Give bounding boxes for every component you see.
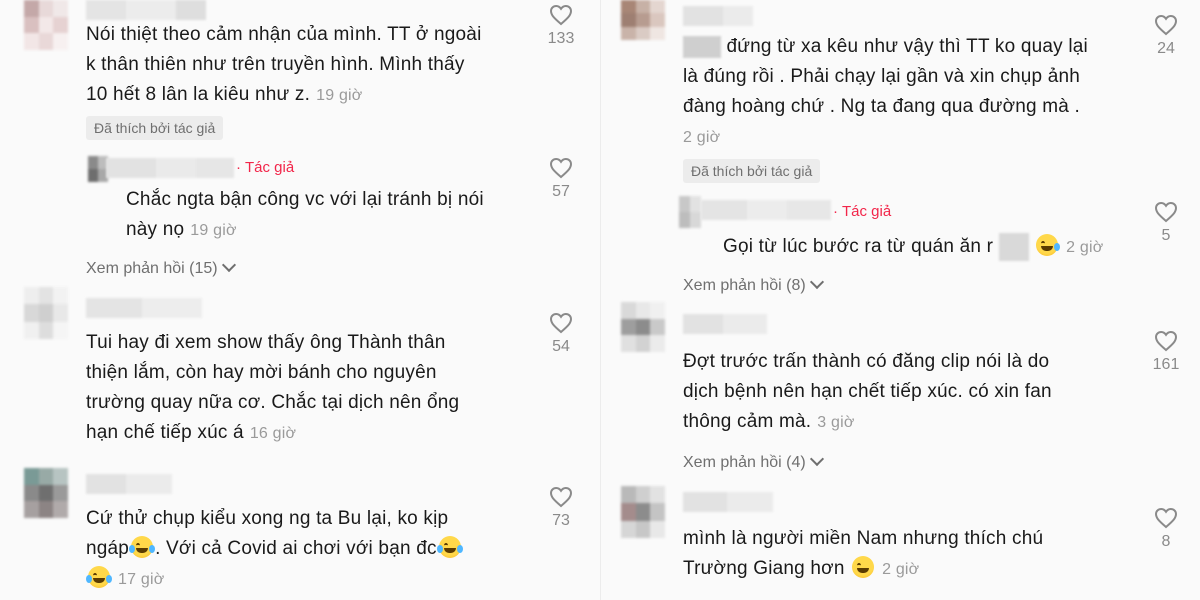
like-count: 5	[1161, 227, 1171, 244]
heart-outline-icon	[549, 4, 573, 26]
like-button[interactable]: 24	[1146, 14, 1186, 58]
heart-outline-icon	[1154, 330, 1178, 352]
comments-screenshot: Nói thiệt theo cảm nhận của mình. TT ở n…	[0, 0, 1200, 600]
comment-time: 2 giờ	[1066, 239, 1104, 256]
chevron-down-icon	[809, 274, 824, 290]
comment-text: Nói thiệt theo cảm nhận của mình. TT ở n…	[86, 24, 482, 105]
avatar[interactable]	[621, 302, 665, 352]
like-count: 24	[1157, 40, 1175, 57]
like-button[interactable]: 57	[541, 157, 581, 201]
comment-time: 16 giờ	[249, 425, 297, 442]
heart-outline-icon	[549, 312, 573, 334]
username-blurred[interactable]	[701, 200, 831, 220]
heart-outline-icon	[1154, 507, 1178, 529]
heart-outline-icon	[549, 486, 573, 508]
avatar[interactable]	[679, 196, 701, 228]
mention-blurred	[998, 232, 1029, 261]
avatar[interactable]	[621, 486, 665, 538]
avatar[interactable]	[621, 0, 665, 40]
author-tag: Tác giả	[236, 159, 294, 176]
comment-time: 3 giờ	[817, 414, 855, 431]
chevron-down-icon	[809, 451, 824, 467]
like-button[interactable]: 133	[541, 4, 581, 48]
comment-time: 2 giờ	[882, 561, 920, 578]
like-count: 54	[552, 338, 570, 355]
avatar[interactable]	[24, 468, 68, 518]
tears-of-joy-emoji	[129, 535, 156, 558]
like-count: 8	[1161, 533, 1171, 550]
comment-text: đứng từ xa kêu như vậy thì TT ko quay lạ…	[683, 35, 1088, 146]
grinning-emoji	[1036, 233, 1061, 256]
comment-time: 2 giờ	[683, 129, 721, 146]
heart-outline-icon	[1154, 14, 1178, 36]
username-blurred[interactable]	[683, 492, 773, 512]
mention-blurred	[683, 35, 721, 58]
comment-time: 19 giờ	[190, 222, 237, 239]
liked-by-author-badge: Đã thích bởi tác giả	[683, 159, 821, 183]
liked-by-author-badge: Đã thích bởi tác giả	[86, 116, 224, 140]
comment-text: Tui hay đi xem show thấy ông Thành thân …	[86, 332, 460, 443]
author-tag: Tác giả	[833, 203, 891, 220]
like-count: 73	[552, 512, 570, 529]
comment-time: 19 giờ	[316, 87, 363, 104]
view-replies-button[interactable]: Xem phản hồi (4)	[683, 451, 824, 472]
reply-text: Gọi từ lúc bước ra từ quán ăn r 2 giờ	[723, 232, 1143, 263]
like-button[interactable]: 161	[1146, 330, 1186, 374]
username-blurred[interactable]	[86, 474, 172, 494]
view-replies-button[interactable]: Xem phản hồi (8)	[683, 274, 824, 295]
username-blurred[interactable]	[683, 314, 767, 334]
avatar[interactable]	[24, 287, 68, 339]
username-blurred[interactable]	[683, 6, 753, 26]
reply-text: Chắc ngta bận công vc với lại tránh bị n…	[126, 189, 484, 240]
comments-column-left: Nói thiệt theo cảm nhận của mình. TT ở n…	[0, 0, 600, 600]
chevron-down-icon	[221, 257, 236, 273]
username-blurred[interactable]	[86, 0, 206, 20]
view-replies-button[interactable]: Xem phản hồi (15)	[86, 257, 236, 278]
like-button[interactable]: 8	[1146, 507, 1186, 551]
heart-outline-icon	[549, 157, 573, 179]
username-blurred[interactable]	[86, 298, 202, 318]
username-blurred[interactable]	[106, 158, 234, 178]
tears-of-joy-emoji	[436, 535, 463, 558]
avatar[interactable]	[88, 156, 108, 182]
like-button[interactable]: 73	[541, 486, 581, 530]
like-button[interactable]: 54	[541, 312, 581, 356]
comment-text: Đợt trước trấn thành có đăng clip nói là…	[683, 351, 1052, 432]
like-count: 57	[552, 183, 570, 200]
comment-time: 17 giờ	[118, 571, 165, 588]
like-button[interactable]: 5	[1146, 201, 1186, 245]
avatar[interactable]	[24, 0, 68, 50]
like-count: 133	[547, 30, 575, 47]
comment-text: Cứ thử chụp kiểu xong ng ta Bu lại, ko k…	[86, 504, 536, 595]
heart-outline-icon	[1154, 201, 1178, 223]
grinning-emoji	[852, 555, 875, 578]
comment-text: mình là người miền Nam nhưng thích chú T…	[683, 528, 1044, 579]
like-count: 161	[1152, 356, 1180, 373]
comments-column-right: đứng từ xa kêu như vậy thì TT ko quay lạ…	[600, 0, 1200, 600]
tears-of-joy-emoji	[86, 565, 112, 588]
